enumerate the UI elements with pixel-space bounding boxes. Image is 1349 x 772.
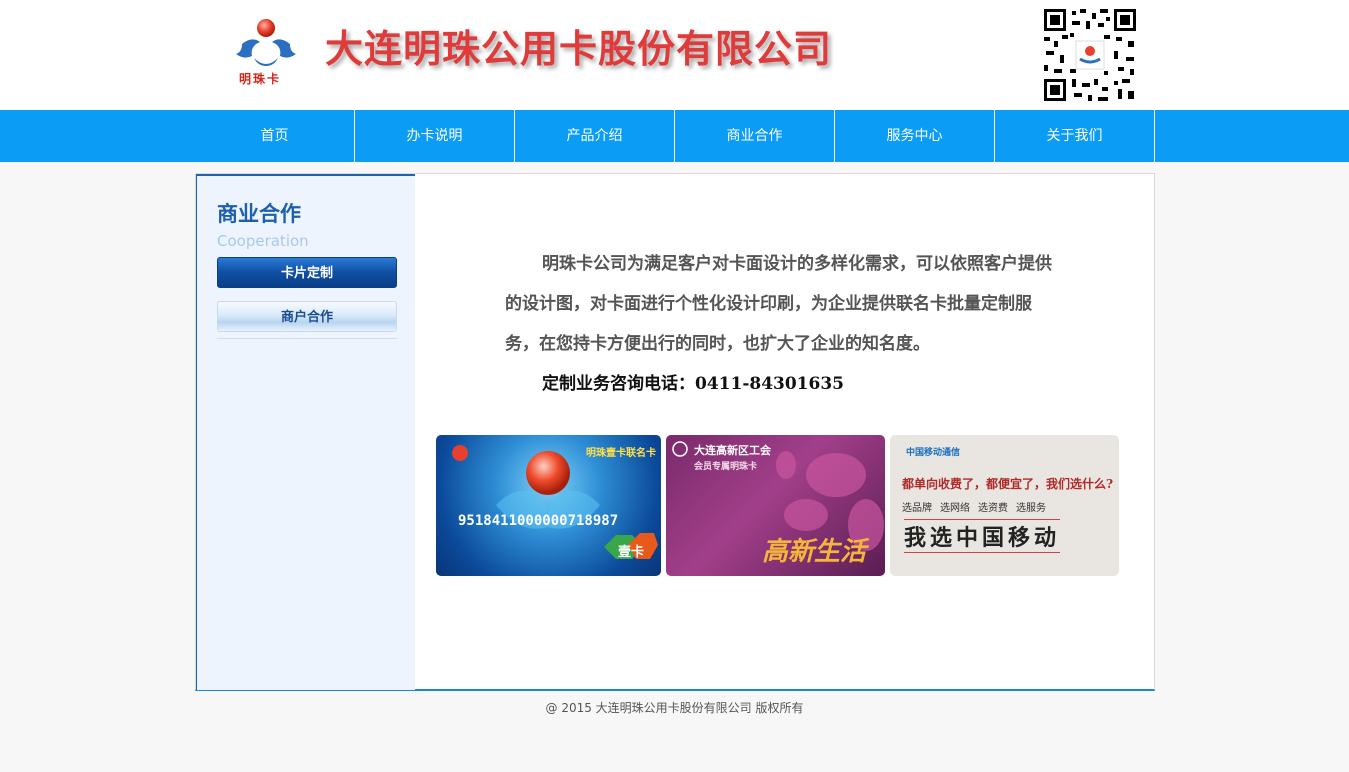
card-image-mingzhu: 明珠壹卡联名卡 9518411000000718987 壹卡	[436, 435, 661, 576]
card2-subtitle: 会员专属明珠卡	[694, 462, 758, 472]
nav-item-products[interactable]: 产品介绍	[515, 110, 675, 162]
card1-number: 9518411000000718987	[458, 513, 619, 529]
qr-code	[1042, 7, 1138, 103]
content-area: 明珠卡公司为满足客户对卡面设计的多样化需求，可以依照客户提供的设计图，对卡面进行…	[416, 174, 1154, 690]
card1-title: 明珠壹卡联名卡	[586, 448, 656, 459]
card1-badge: 壹卡	[618, 545, 645, 560]
check-item: 选服务	[1016, 503, 1046, 514]
card3-brand: 中国移动通信	[906, 448, 961, 458]
sidebar-subtitle: Cooperation	[217, 232, 309, 250]
card-image-china-mobile: 中国移动通信 都单向收费了，都便宜了，我们选什么? 选品牌 选网络 选资费 选服…	[890, 435, 1119, 576]
check-item: 选品牌	[902, 503, 932, 514]
card-image-hitech-union: 大连高新区工会 会员专属明珠卡 高新生活	[666, 435, 885, 576]
sidebar: 商业合作 Cooperation 卡片定制 商户合作	[196, 174, 415, 690]
nav-item-cooperation[interactable]: 商业合作	[675, 110, 835, 162]
nav-item-about[interactable]: 关于我们	[995, 110, 1155, 162]
phone-line: 定制业务咨询电话：0411-84301635	[542, 374, 844, 394]
intro-paragraph: 明珠卡公司为满足客户对卡面设计的多样化需求，可以依照客户提供的设计图，对卡面进行…	[505, 254, 1052, 354]
nav-item-home[interactable]: 首页	[195, 110, 355, 162]
sidebar-item-card-customization[interactable]: 卡片定制	[217, 257, 397, 288]
company-logo[interactable]: 明珠卡	[228, 14, 304, 90]
company-title: 大连明珠公用卡股份有限公司	[325, 27, 833, 71]
main-panel: 商业合作 Cooperation 卡片定制 商户合作 明珠卡公司为满足客户对卡面…	[195, 173, 1155, 691]
card2-title: 大连高新区工会	[694, 444, 771, 457]
card3-headline: 都单向收费了，都便宜了，我们选什么?	[902, 477, 1114, 491]
logo-caption: 明珠卡	[239, 72, 282, 86]
footer-copyright: @ 2015 大连明珠公用卡股份有限公司 版权所有	[545, 701, 804, 715]
main-nav: 首页 办卡说明 产品介绍 商业合作 服务中心 关于我们	[0, 110, 1349, 162]
sidebar-item-merchant-cooperation[interactable]: 商户合作	[217, 301, 397, 332]
card2-slogan: 高新生活	[762, 537, 867, 567]
check-item: 选资费	[978, 503, 1008, 514]
site-header: 明珠卡 大连明珠公用卡股份有限公司	[0, 0, 1349, 110]
card3-checks: 选品牌 选网络 选资费 选服务	[902, 499, 1046, 514]
card3-slogan: 我选中国移动	[904, 519, 1061, 553]
sidebar-title: 商业合作	[217, 202, 301, 226]
nav-item-service[interactable]: 服务中心	[835, 110, 995, 162]
nav-item-card-guide[interactable]: 办卡说明	[355, 110, 515, 162]
check-item: 选网络	[940, 503, 970, 514]
sidebar-divider	[217, 338, 397, 339]
